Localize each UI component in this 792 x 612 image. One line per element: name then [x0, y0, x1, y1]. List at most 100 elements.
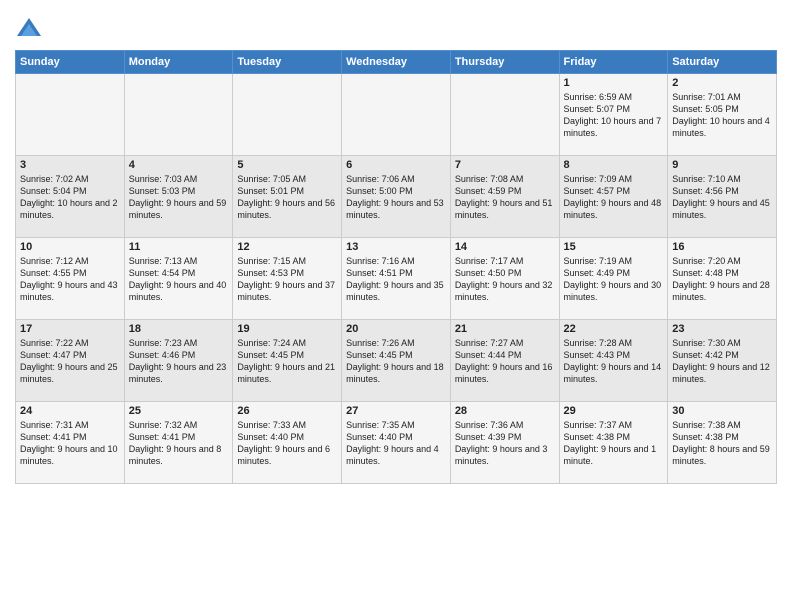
day-number: 3 [20, 159, 120, 171]
day-number: 25 [129, 405, 229, 417]
day-number: 19 [237, 323, 337, 335]
calendar-cell: 2 Sunrise: 7:01 AM Sunset: 5:05 PM Daylig… [668, 74, 777, 156]
day-info: Sunrise: 7:06 AM Sunset: 5:00 PM Dayligh… [346, 173, 446, 222]
day-number: 21 [455, 323, 555, 335]
day-info: Sunrise: 7:01 AM Sunset: 5:05 PM Dayligh… [672, 91, 772, 140]
day-info: Sunrise: 7:15 AM Sunset: 4:53 PM Dayligh… [237, 255, 337, 304]
header-row-days: SundayMondayTuesdayWednesdayThursdayFrid… [16, 51, 777, 74]
day-of-week-header: Monday [124, 51, 233, 74]
day-number: 7 [455, 159, 555, 171]
day-of-week-header: Sunday [16, 51, 125, 74]
calendar-week-row: 3 Sunrise: 7:02 AM Sunset: 5:04 PM Daylig… [16, 156, 777, 238]
calendar-table: SundayMondayTuesdayWednesdayThursdayFrid… [15, 50, 777, 484]
day-number: 20 [346, 323, 446, 335]
day-info: Sunrise: 6:59 AM Sunset: 5:07 PM Dayligh… [564, 91, 664, 140]
calendar-cell [124, 74, 233, 156]
day-number: 18 [129, 323, 229, 335]
header-row [15, 10, 777, 42]
calendar-cell: 29 Sunrise: 7:37 AM Sunset: 4:38 PM Dayli… [559, 402, 668, 484]
day-number: 2 [672, 77, 772, 89]
day-info: Sunrise: 7:10 AM Sunset: 4:56 PM Dayligh… [672, 173, 772, 222]
day-number: 1 [564, 77, 664, 89]
day-info: Sunrise: 7:17 AM Sunset: 4:50 PM Dayligh… [455, 255, 555, 304]
calendar-week-row: 24 Sunrise: 7:31 AM Sunset: 4:41 PM Dayli… [16, 402, 777, 484]
main-container: SundayMondayTuesdayWednesdayThursdayFrid… [0, 0, 792, 489]
day-of-week-header: Thursday [450, 51, 559, 74]
calendar-week-row: 10 Sunrise: 7:12 AM Sunset: 4:55 PM Dayli… [16, 238, 777, 320]
day-number: 4 [129, 159, 229, 171]
day-number: 30 [672, 405, 772, 417]
day-info: Sunrise: 7:22 AM Sunset: 4:47 PM Dayligh… [20, 337, 120, 386]
day-number: 9 [672, 159, 772, 171]
day-number: 11 [129, 241, 229, 253]
day-number: 29 [564, 405, 664, 417]
day-info: Sunrise: 7:37 AM Sunset: 4:38 PM Dayligh… [564, 419, 664, 468]
calendar-cell: 9 Sunrise: 7:10 AM Sunset: 4:56 PM Daylig… [668, 156, 777, 238]
day-number: 14 [455, 241, 555, 253]
day-number: 27 [346, 405, 446, 417]
calendar-cell [233, 74, 342, 156]
day-number: 28 [455, 405, 555, 417]
calendar-cell: 25 Sunrise: 7:32 AM Sunset: 4:41 PM Dayli… [124, 402, 233, 484]
calendar-cell: 30 Sunrise: 7:38 AM Sunset: 4:38 PM Dayli… [668, 402, 777, 484]
day-number: 8 [564, 159, 664, 171]
calendar-cell: 19 Sunrise: 7:24 AM Sunset: 4:45 PM Dayli… [233, 320, 342, 402]
day-number: 5 [237, 159, 337, 171]
calendar-cell: 11 Sunrise: 7:13 AM Sunset: 4:54 PM Dayli… [124, 238, 233, 320]
day-info: Sunrise: 7:16 AM Sunset: 4:51 PM Dayligh… [346, 255, 446, 304]
calendar-cell: 27Sunrise: 7:35 AM Sunset: 4:40 PM Dayli… [342, 402, 451, 484]
calendar-cell: 8 Sunrise: 7:09 AM Sunset: 4:57 PM Daylig… [559, 156, 668, 238]
day-of-week-header: Friday [559, 51, 668, 74]
calendar-cell: 24 Sunrise: 7:31 AM Sunset: 4:41 PM Dayli… [16, 402, 125, 484]
day-info: Sunrise: 7:33 AM Sunset: 4:40 PM Dayligh… [237, 419, 337, 468]
calendar-cell: 5 Sunrise: 7:05 AM Sunset: 5:01 PM Daylig… [233, 156, 342, 238]
calendar-cell [16, 74, 125, 156]
day-info: Sunrise: 7:27 AM Sunset: 4:44 PM Dayligh… [455, 337, 555, 386]
day-info: Sunrise: 7:19 AM Sunset: 4:49 PM Dayligh… [564, 255, 664, 304]
calendar-cell: 26 Sunrise: 7:33 AM Sunset: 4:40 PM Dayli… [233, 402, 342, 484]
day-number: 15 [564, 241, 664, 253]
day-info: Sunrise: 7:09 AM Sunset: 4:57 PM Dayligh… [564, 173, 664, 222]
day-of-week-header: Tuesday [233, 51, 342, 74]
calendar-cell: 1 Sunrise: 6:59 AM Sunset: 5:07 PM Daylig… [559, 74, 668, 156]
day-of-week-header: Saturday [668, 51, 777, 74]
day-info: Sunrise: 7:36 AM Sunset: 4:39 PM Dayligh… [455, 419, 555, 468]
day-number: 10 [20, 241, 120, 253]
calendar-cell: 12 Sunrise: 7:15 AM Sunset: 4:53 PM Dayli… [233, 238, 342, 320]
day-number: 12 [237, 241, 337, 253]
day-info: Sunrise: 7:20 AM Sunset: 4:48 PM Dayligh… [672, 255, 772, 304]
calendar-cell: 16 Sunrise: 7:20 AM Sunset: 4:48 PM Dayli… [668, 238, 777, 320]
calendar-cell: 7 Sunrise: 7:08 AM Sunset: 4:59 PM Daylig… [450, 156, 559, 238]
calendar-cell: 17 Sunrise: 7:22 AM Sunset: 4:47 PM Dayli… [16, 320, 125, 402]
day-info: Sunrise: 7:12 AM Sunset: 4:55 PM Dayligh… [20, 255, 120, 304]
calendar-cell: 14 Sunrise: 7:17 AM Sunset: 4:50 PM Dayli… [450, 238, 559, 320]
calendar-cell: 3 Sunrise: 7:02 AM Sunset: 5:04 PM Daylig… [16, 156, 125, 238]
logo-icon [15, 14, 43, 42]
calendar-cell: 20 Sunrise: 7:26 AM Sunset: 4:45 PM Dayli… [342, 320, 451, 402]
calendar-cell: 22 Sunrise: 7:28 AM Sunset: 4:43 PM Dayli… [559, 320, 668, 402]
calendar-cell: 6 Sunrise: 7:06 AM Sunset: 5:00 PM Daylig… [342, 156, 451, 238]
day-info: Sunrise: 7:28 AM Sunset: 4:43 PM Dayligh… [564, 337, 664, 386]
day-info: Sunrise: 7:05 AM Sunset: 5:01 PM Dayligh… [237, 173, 337, 222]
day-info: Sunrise: 7:24 AM Sunset: 4:45 PM Dayligh… [237, 337, 337, 386]
day-info: Sunrise: 7:08 AM Sunset: 4:59 PM Dayligh… [455, 173, 555, 222]
day-number: 22 [564, 323, 664, 335]
day-info: Sunrise: 7:31 AM Sunset: 4:41 PM Dayligh… [20, 419, 120, 468]
day-info: Sunrise: 7:32 AM Sunset: 4:41 PM Dayligh… [129, 419, 229, 468]
day-info: Sunrise: 7:38 AM Sunset: 4:38 PM Dayligh… [672, 419, 772, 468]
day-number: 13 [346, 241, 446, 253]
calendar-cell: 13 Sunrise: 7:16 AM Sunset: 4:51 PM Dayli… [342, 238, 451, 320]
logo [15, 14, 46, 42]
day-info: Sunrise: 7:26 AM Sunset: 4:45 PM Dayligh… [346, 337, 446, 386]
day-number: 16 [672, 241, 772, 253]
day-number: 24 [20, 405, 120, 417]
calendar-cell: 10 Sunrise: 7:12 AM Sunset: 4:55 PM Dayli… [16, 238, 125, 320]
day-info: Sunrise: 7:02 AM Sunset: 5:04 PM Dayligh… [20, 173, 120, 222]
calendar-cell: 4Sunrise: 7:03 AM Sunset: 5:03 PM Daylig… [124, 156, 233, 238]
calendar-cell [450, 74, 559, 156]
day-number: 26 [237, 405, 337, 417]
day-info: Sunrise: 7:13 AM Sunset: 4:54 PM Dayligh… [129, 255, 229, 304]
day-number: 6 [346, 159, 446, 171]
day-number: 17 [20, 323, 120, 335]
calendar-cell: 21 Sunrise: 7:27 AM Sunset: 4:44 PM Dayli… [450, 320, 559, 402]
